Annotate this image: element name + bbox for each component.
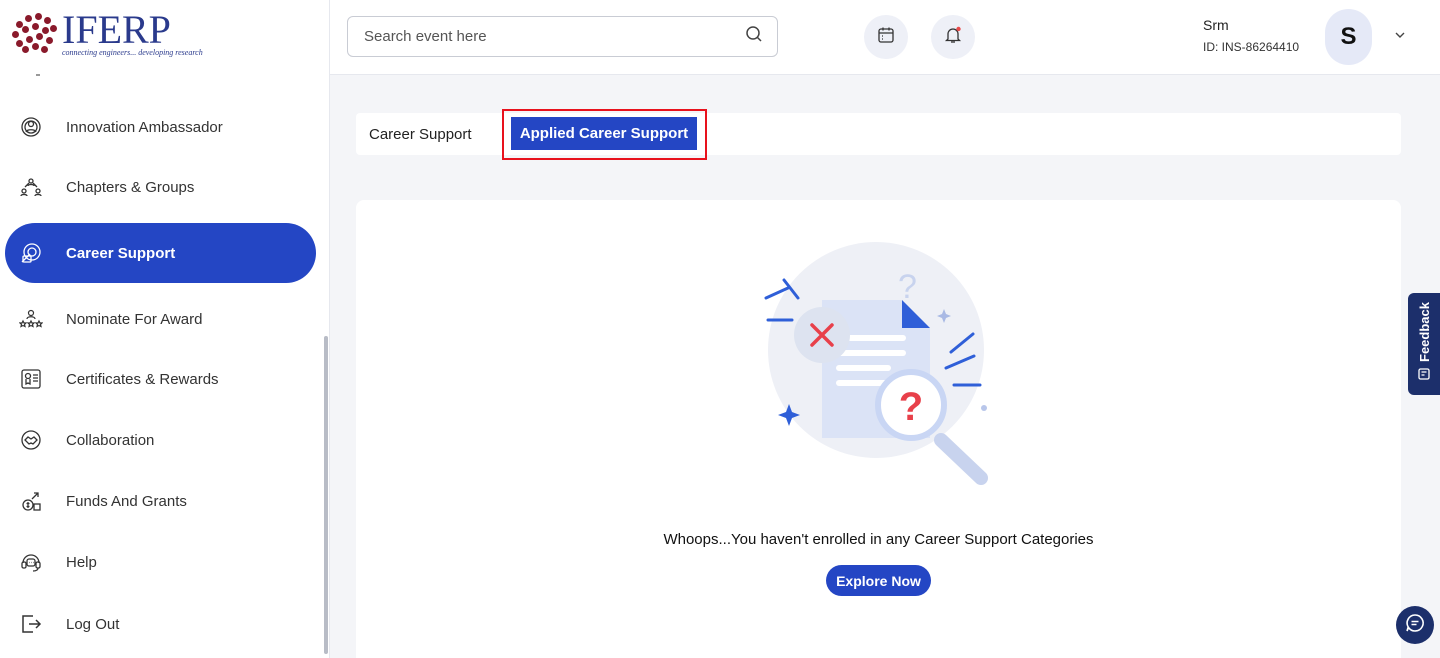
- sidebar: IFERP connecting engineers... developing…: [0, 0, 330, 658]
- user-name: Srm: [1203, 17, 1229, 33]
- sidebar-item-innovation-ambassador[interactable]: Innovation Ambassador: [5, 97, 316, 157]
- sidebar-item-collaboration[interactable]: Collaboration: [5, 410, 316, 470]
- chat-icon: [1404, 612, 1426, 639]
- certificate-icon: [19, 367, 43, 391]
- ambassador-icon: [19, 115, 43, 139]
- feedback-tab[interactable]: Feedback: [1408, 293, 1440, 395]
- feedback-label: Feedback: [1416, 301, 1432, 362]
- handshake-icon: [19, 428, 43, 452]
- chevron-down-icon[interactable]: [1393, 28, 1407, 47]
- svg-text:?: ?: [898, 268, 917, 306]
- sidebar-item-funds-grants[interactable]: Funds And Grants: [5, 471, 316, 531]
- logo-tagline: connecting engineers... developing resea…: [62, 48, 203, 57]
- search-icon[interactable]: [745, 25, 763, 48]
- sidebar-item-label: Nominate For Award: [66, 310, 203, 328]
- avatar[interactable]: S: [1325, 9, 1372, 65]
- groups-icon: [19, 175, 43, 199]
- logo-title: IFERP: [62, 7, 171, 52]
- career-icon: [19, 241, 43, 265]
- top-header: Srm ID: INS-86264410 S: [330, 0, 1440, 75]
- sidebar-item-label: Help: [66, 553, 97, 571]
- bell-icon: [944, 26, 962, 49]
- user-id: ID: INS-86264410: [1203, 40, 1300, 54]
- highlight-box: Applied Career Support: [502, 109, 707, 160]
- tab-career-support[interactable]: Career Support: [369, 113, 472, 155]
- empty-state-card: ? ? Whoops...You haven't enrolled in any…: [356, 200, 1401, 658]
- sidebar-item-label: Chapters & Groups: [66, 178, 195, 196]
- feedback-icon: [1417, 367, 1431, 386]
- notifications-button[interactable]: [931, 15, 975, 59]
- sidebar-item-help[interactable]: Help: [5, 532, 316, 592]
- search-input[interactable]: [364, 28, 745, 45]
- award-icon: [19, 307, 43, 331]
- divider: [36, 74, 40, 76]
- explore-now-button[interactable]: Explore Now: [826, 565, 931, 596]
- iferp-logo[interactable]: IFERP connecting engineers... developing…: [10, 10, 203, 57]
- sidebar-item-label: Log Out: [66, 615, 120, 633]
- sidebar-item-certificates-rewards[interactable]: Certificates & Rewards: [5, 349, 316, 409]
- tab-applied-career-support[interactable]: Applied Career Support: [511, 117, 697, 150]
- search-box: [347, 16, 778, 57]
- sidebar-item-chapters-groups[interactable]: Chapters & Groups: [5, 157, 316, 217]
- logout-icon: [19, 612, 43, 636]
- calendar-button[interactable]: [864, 15, 908, 59]
- funds-icon: [19, 489, 43, 513]
- sidebar-item-label: Career Support: [66, 244, 176, 262]
- tab-bar: Career Support Applied Career Support: [356, 109, 1401, 160]
- sidebar-item-label: Innovation Ambassador: [66, 118, 223, 136]
- logo-globe-icon: [10, 11, 58, 57]
- sidebar-item-label: Certificates & Rewards: [66, 370, 219, 388]
- sidebar-item-logout[interactable]: Log Out: [5, 594, 316, 654]
- sidebar-item-nominate-award[interactable]: Nominate For Award: [5, 289, 316, 349]
- empty-state-message: Whoops...You haven't enrolled in any Car…: [663, 531, 1094, 548]
- calendar-icon: [877, 26, 895, 49]
- sidebar-scrollbar[interactable]: [324, 336, 328, 654]
- sidebar-item-label: Collaboration: [66, 431, 155, 449]
- sidebar-item-career-support[interactable]: Career Support: [5, 223, 316, 283]
- empty-state-illustration: ? ?: [756, 240, 996, 485]
- chat-button[interactable]: [1396, 606, 1434, 644]
- headset-icon: [19, 550, 43, 574]
- svg-text:?: ?: [899, 385, 923, 429]
- sidebar-item-label: Funds And Grants: [66, 492, 187, 510]
